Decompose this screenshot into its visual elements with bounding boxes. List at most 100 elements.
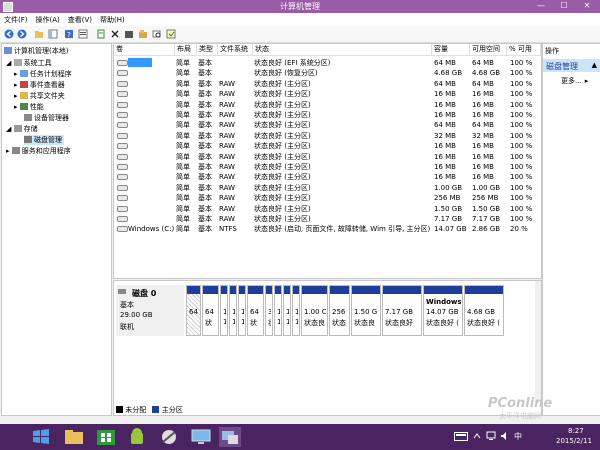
partition-block[interactable]: 11 bbox=[292, 285, 300, 336]
tree-item-performance[interactable]: ▸ 性能 bbox=[14, 102, 44, 112]
volume-row[interactable]: 简单 基本 RAW 状态良好 (主分区) 1.50 GB 1.50 GB 100 % bbox=[114, 204, 541, 214]
delete-icon[interactable] bbox=[110, 29, 120, 39]
col-layout[interactable]: 布局 bbox=[175, 44, 197, 55]
partition-block[interactable]: 64 状 bbox=[247, 285, 264, 336]
up-folder-icon[interactable] bbox=[34, 29, 44, 39]
tree-root[interactable]: 计算机管理(本地) bbox=[4, 46, 68, 56]
actions-section-disk-management[interactable]: 磁盘管理 ▲ bbox=[543, 59, 600, 72]
partition-block[interactable]: 3: 状 bbox=[265, 285, 273, 336]
volume-row[interactable]: 简单 基本 RAW 状态良好 (主分区) 16 MB 16 MB 100 % bbox=[114, 110, 541, 120]
help-icon[interactable]: ? bbox=[64, 29, 74, 39]
graphic-scrollbar[interactable] bbox=[535, 281, 541, 403]
tray-up-arrow-icon[interactable] bbox=[473, 432, 481, 440]
partition-block[interactable]: 4.68 GB 状态良好 ( bbox=[464, 285, 504, 336]
partition-block[interactable]: 11 bbox=[238, 285, 246, 336]
properties-sheet-icon[interactable] bbox=[166, 29, 176, 39]
partition-block[interactable]: Windows 14.07 GB 状态良好 ( bbox=[423, 285, 463, 336]
actions-more[interactable]: 更多... ▸ bbox=[561, 76, 588, 86]
expand-icon[interactable]: ▸ bbox=[14, 81, 18, 89]
store-icon[interactable] bbox=[95, 427, 117, 447]
cell-percent-free: 100 % bbox=[510, 152, 533, 161]
volume-row[interactable]: 简单 基本 状态良好 (恢复分区) 4.68 GB 4.68 GB 100 % bbox=[114, 68, 541, 78]
col-percent-free[interactable]: % 可用 bbox=[507, 44, 541, 55]
tree-item-shared-folders[interactable]: ▸ 共享文件夹 bbox=[14, 91, 65, 101]
start-button-icon[interactable] bbox=[30, 427, 52, 447]
volume-row[interactable]: 简单 基本 RAW 状态良好 (主分区) 16 MB 16 MB 100 % bbox=[114, 141, 541, 151]
menu-help[interactable]: 帮助(H) bbox=[96, 13, 129, 25]
volume-row[interactable]: 简单 基本 RAW 状态良好 (主分区) 16 MB 16 MB 100 % bbox=[114, 152, 541, 162]
file-explorer-icon[interactable] bbox=[63, 427, 85, 447]
partition-block[interactable]: 64 bbox=[186, 285, 201, 336]
back-arrow-icon[interactable] bbox=[4, 29, 14, 39]
clock-time[interactable]: 8:27 bbox=[568, 427, 584, 435]
volume-row[interactable]: 简单 基本 RAW 状态良好 (主分区) 32 MB 32 MB 100 % bbox=[114, 131, 541, 141]
col-free[interactable]: 可用空间 bbox=[470, 44, 507, 55]
partition-block[interactable]: 11 bbox=[220, 285, 228, 336]
tree-item-device-manager[interactable]: 设备管理器 bbox=[24, 113, 69, 123]
partition-block[interactable]: 11 bbox=[274, 285, 282, 336]
tree-item-task-scheduler[interactable]: ▸ 任务计划程序 bbox=[14, 69, 72, 79]
tree-item-disk-management[interactable]: 磁盘管理 bbox=[24, 135, 64, 145]
partition-block[interactable]: 11 bbox=[229, 285, 237, 336]
col-volume[interactable]: 卷 bbox=[114, 44, 175, 55]
volume-row[interactable]: 简单 基本 RAW 状态良好 (主分区) 256 MB 256 MB 100 % bbox=[114, 193, 541, 203]
volume-row[interactable]: 简单 基本 RAW 状态良好 (主分区) 7.17 GB 7.17 GB 100 % bbox=[114, 214, 541, 224]
input-language[interactable]: 中 bbox=[514, 431, 522, 442]
col-status[interactable]: 状态 bbox=[253, 44, 432, 55]
volume-row[interactable]: 简单 基本 状态良好 (EFI 系统分区) 64 MB 64 MB 100 % bbox=[114, 58, 541, 68]
properties-icon[interactable] bbox=[78, 29, 88, 39]
col-filesystem[interactable]: 文件系统 bbox=[218, 44, 253, 55]
tree-item-event-viewer[interactable]: ▸ 事件查看器 bbox=[14, 80, 65, 90]
refresh-icon[interactable] bbox=[96, 29, 106, 39]
volume-row[interactable]: 简单 基本 RAW 状态良好 (主分区) 16 MB 16 MB 100 % bbox=[114, 89, 541, 99]
tree-item-system-tools[interactable]: ◢ 系统工具 bbox=[6, 58, 52, 68]
volume-row[interactable]: 简单 基本 RAW 状态良好 (主分区) 16 MB 16 MB 100 % bbox=[114, 172, 541, 182]
forward-arrow-icon[interactable] bbox=[17, 29, 27, 39]
console-tree-icon[interactable] bbox=[48, 29, 58, 39]
tree-item-storage[interactable]: ◢ 存储 bbox=[6, 124, 38, 134]
col-capacity[interactable]: 容量 bbox=[432, 44, 470, 55]
partition-block[interactable]: 11 bbox=[283, 285, 291, 336]
collapse-arrow-icon[interactable]: ▲ bbox=[592, 61, 597, 69]
volume-row[interactable]: Windows (C:) 简单 基本 NTFS 状态良好 (启动, 页面文件, 故障转储… bbox=[114, 224, 541, 234]
menu-view[interactable]: 查看(V) bbox=[64, 13, 96, 25]
col-type[interactable]: 类型 bbox=[197, 44, 218, 55]
clock-date[interactable]: 2015/2/11 bbox=[556, 437, 592, 445]
search-disk-icon[interactable] bbox=[152, 29, 162, 39]
partition-block[interactable]: 256 状态 bbox=[329, 285, 350, 336]
disk-0-info[interactable]: 磁盘 0 基本 29.00 GB 联机 bbox=[116, 285, 184, 336]
open-folder-icon[interactable] bbox=[138, 29, 148, 39]
monitor-icon[interactable] bbox=[190, 427, 212, 447]
computer-management-taskbar-icon[interactable] bbox=[219, 427, 241, 447]
partition-block[interactable]: 1.00 C 状态良 bbox=[301, 285, 328, 336]
cell-free-space: 16 MB bbox=[472, 111, 494, 119]
android-icon[interactable] bbox=[126, 427, 148, 447]
volume-icon[interactable] bbox=[500, 431, 510, 441]
check-icon[interactable] bbox=[124, 29, 134, 39]
network-icon[interactable] bbox=[486, 431, 496, 441]
volume-row[interactable]: 简单 基本 RAW 状态良好 (主分区) 1.00 GB 1.00 GB 100 % bbox=[114, 183, 541, 193]
partition-block[interactable]: 1.50 G 状态良 bbox=[351, 285, 381, 336]
expand-icon[interactable]: ▸ bbox=[14, 92, 18, 100]
cell-layout: 简单 bbox=[176, 121, 190, 130]
keyboard-icon[interactable] bbox=[454, 432, 468, 441]
minimize-button[interactable]: — bbox=[530, 0, 552, 12]
tree-item-services-apps[interactable]: ▸ 服务和应用程序 bbox=[6, 146, 71, 156]
volume-row[interactable]: 简单 基本 RAW 状态良好 (主分区) 16 MB 16 MB 100 % bbox=[114, 100, 541, 110]
expand-icon[interactable]: ▸ bbox=[6, 147, 10, 155]
menu-action[interactable]: 操作(A) bbox=[32, 13, 64, 25]
volume-row[interactable]: 简单 基本 RAW 状态良好 (主分区) 64 MB 64 MB 100 % bbox=[114, 120, 541, 130]
tools-app-icon[interactable] bbox=[158, 427, 180, 447]
expand-icon[interactable]: ▸ bbox=[14, 103, 18, 111]
partition-block[interactable]: 64 状 bbox=[202, 285, 219, 336]
menu-file[interactable]: 文件(F) bbox=[0, 13, 32, 25]
expand-icon[interactable]: ▸ bbox=[14, 70, 18, 78]
volume-row[interactable]: 简单 基本 RAW 状态良好 (主分区) 16 MB 16 MB 100 % bbox=[114, 162, 541, 172]
close-button[interactable]: ✕ bbox=[576, 0, 598, 12]
collapse-icon[interactable]: ◢ bbox=[6, 125, 11, 133]
cell-layout: 简单 bbox=[176, 183, 190, 192]
maximize-button[interactable]: ☐ bbox=[553, 0, 575, 12]
partition-block[interactable]: 7.17 GB 状态良好 bbox=[382, 285, 422, 336]
collapse-icon[interactable]: ◢ bbox=[6, 59, 11, 67]
volume-row[interactable]: 简单 基本 RAW 状态良好 (主分区) 64 MB 64 MB 100 % bbox=[114, 79, 541, 89]
